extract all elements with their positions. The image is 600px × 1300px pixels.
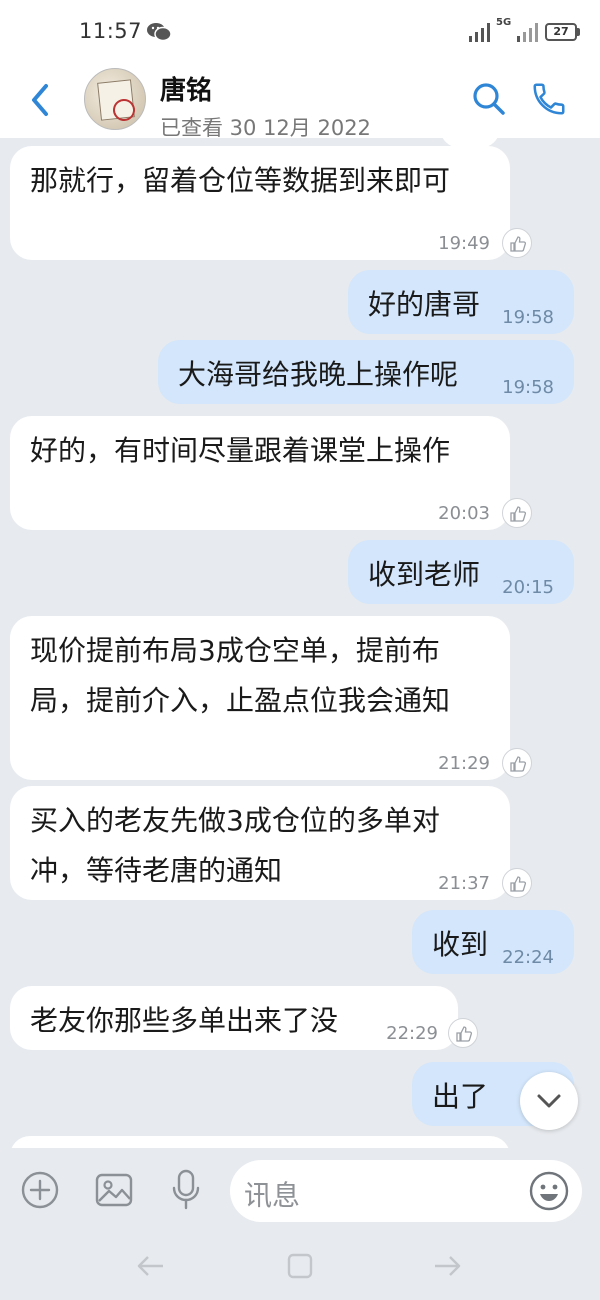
avatar[interactable]	[84, 68, 146, 130]
message-bubble-incoming[interactable]: 买入的老友先做3成仓位的多单对冲，等待老唐的通知 21:37	[10, 786, 510, 900]
contact-name[interactable]: 唐铭	[160, 70, 212, 107]
image-icon[interactable]	[94, 1170, 134, 1210]
back-button[interactable]	[26, 80, 58, 120]
signal-strength-secondary-icon	[516, 22, 542, 42]
message-text: 出了	[432, 1080, 489, 1113]
like-icon[interactable]	[502, 498, 532, 528]
nav-home-icon[interactable]	[286, 1252, 314, 1280]
message-bubble-incoming[interactable]: 好的，有时间尽量跟着课堂上操作 20:03	[10, 416, 510, 530]
message-time: 21:37	[438, 873, 490, 894]
search-icon[interactable]	[472, 82, 506, 116]
message-text: 大海哥给我晚上操作呢	[178, 358, 459, 391]
message-bubble-outgoing[interactable]: 收到老师 20:15	[348, 540, 574, 604]
like-icon[interactable]	[448, 1018, 478, 1048]
message-time: 19:58	[502, 377, 554, 398]
like-icon[interactable]	[502, 748, 532, 778]
message-bubble-incoming[interactable]: 那就行，留着仓位等数据到来即可 19:49	[10, 146, 510, 260]
message-input[interactable]: 讯息	[230, 1160, 582, 1222]
message-bubble-partial	[10, 1136, 510, 1148]
plus-icon[interactable]	[20, 1170, 60, 1210]
phone-call-icon[interactable]	[530, 80, 568, 118]
message-bubble-outgoing[interactable]: 好的唐哥 19:58	[348, 270, 574, 334]
wechat-icon	[146, 22, 172, 42]
status-time: 11:57	[79, 19, 143, 43]
input-bar: 讯息	[0, 1148, 600, 1232]
status-bar: 11:57 5G 27	[0, 0, 600, 62]
message-text: 收到	[432, 928, 489, 961]
message-input-placeholder: 讯息	[244, 1179, 301, 1212]
message-text: 收到老师	[368, 558, 481, 591]
like-icon[interactable]	[502, 868, 532, 898]
message-bubble-incoming[interactable]: 现价提前布局3成仓空单，提前布局，提前介入，止盈点位我会通知 21:29	[10, 616, 510, 780]
message-bubble-outgoing[interactable]: 收到 22:24	[412, 910, 574, 974]
message-text: 好的唐哥	[368, 288, 481, 321]
message-bubble-incoming[interactable]: 老友你那些多单出来了没 22:29	[10, 986, 458, 1050]
battery-level: 27	[545, 23, 577, 41]
emoji-icon[interactable]	[528, 1170, 570, 1212]
message-time: 20:03	[438, 503, 490, 524]
nav-recent-apps-icon[interactable]	[432, 1254, 462, 1278]
battery-tip	[577, 28, 580, 36]
like-icon[interactable]	[502, 228, 532, 258]
nav-back-icon[interactable]	[136, 1254, 166, 1278]
microphone-icon[interactable]	[170, 1168, 202, 1212]
message-text: 买入的老友先做3成仓位的多单对冲，等待老唐的通知	[30, 804, 440, 887]
message-time: 19:58	[502, 307, 554, 328]
last-seen-status: 已查看 30 12月 2022	[160, 116, 371, 138]
signal-strength-icon	[468, 22, 494, 42]
message-text: 现价提前布局3成仓空单，提前布局，提前介入，止盈点位我会通知	[30, 634, 451, 717]
message-list[interactable]: 那就行，留着仓位等数据到来即可 19:49 好的唐哥 19:58 大海哥给我晚上…	[0, 138, 600, 1148]
message-time: 20:15	[502, 577, 554, 598]
network-type-label: 5G	[496, 17, 512, 28]
message-time: 19:49	[438, 233, 490, 254]
scroll-to-bottom-button[interactable]	[520, 1072, 578, 1130]
system-navigation-bar	[0, 1232, 600, 1300]
message-time: 22:29	[386, 1023, 438, 1044]
message-bubble-outgoing[interactable]: 大海哥给我晚上操作呢 19:58	[158, 340, 574, 404]
message-text: 老友你那些多单出来了没	[30, 1004, 339, 1037]
message-time: 22:24	[502, 947, 554, 968]
chat-header: 唐铭 已查看 30 12月 2022	[0, 62, 600, 138]
message-time: 21:29	[438, 753, 490, 774]
battery-icon: 27	[545, 23, 581, 41]
message-text: 那就行，留着仓位等数据到来即可	[30, 164, 451, 197]
message-text: 好的，有时间尽量跟着课堂上操作	[30, 434, 451, 467]
